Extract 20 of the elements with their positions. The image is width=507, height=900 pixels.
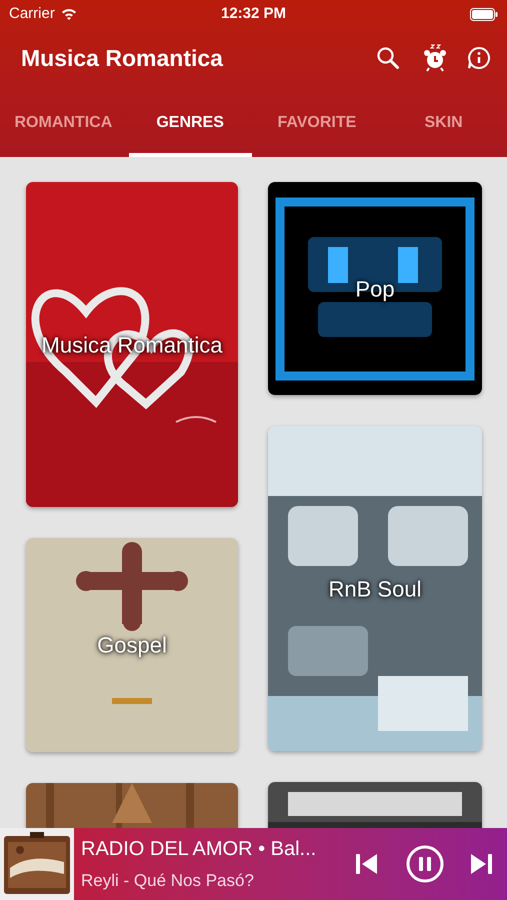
tab[interactable]: SKIN [382,88,505,157]
genre-label: Gospel [96,632,168,660]
skip-next-icon[interactable] [469,852,493,876]
battery-icon [470,8,498,20]
now-playing-bar[interactable]: RADIO DEL AMOR • Bal... Reyli - Qué Nos Pasó? [0,828,507,900]
skip-previous-icon[interactable] [355,852,379,876]
carrier-label: Carrier [9,4,55,24]
genre-label: RnB Soul [328,575,422,603]
app-title: Musica Romantica [21,44,223,73]
genre-label: Pop [354,275,396,304]
pause-icon[interactable] [405,844,445,884]
search-icon[interactable] [376,46,400,70]
station-title: RADIO DEL AMOR • Bal... [81,837,316,862]
song-title: Reyli - Qué Nos Pasó? [81,870,255,892]
tab[interactable]: ROMANTICA [2,88,125,157]
clock-time: 12:32 PM [220,4,286,24]
tab[interactable]: FAVORITE [256,88,378,157]
wifi-icon [60,8,77,20]
alarm-clock-icon[interactable] [423,44,447,72]
info-icon[interactable] [467,46,491,70]
